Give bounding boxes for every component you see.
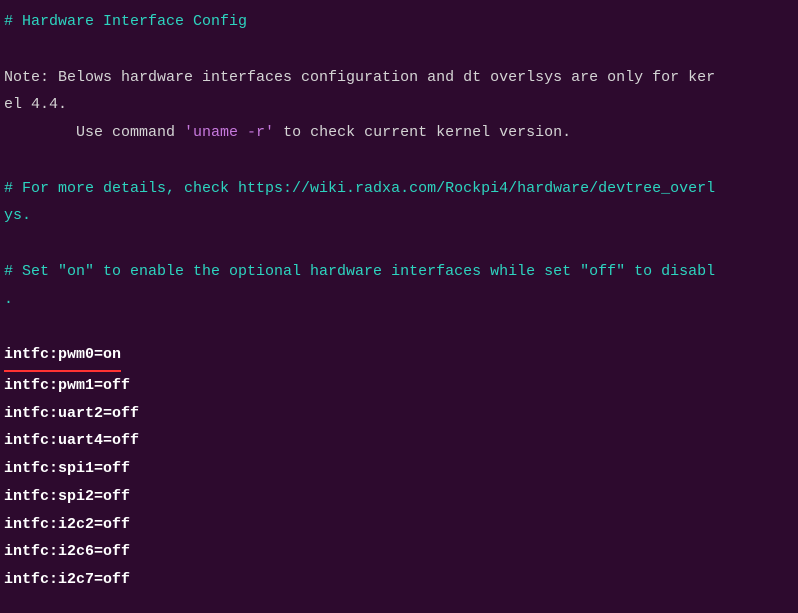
note-line-3: Use command 'uname -r' to check current … [4, 119, 794, 147]
note-line-1: Note: Belows hardware interfaces configu… [4, 64, 794, 92]
config-entry: intfc:i2c6=off [4, 543, 130, 560]
config-entry: intfc:spi1=off [4, 460, 130, 477]
details-comment-2: ys. [4, 202, 794, 230]
config-entry: intfc:spi2=off [4, 488, 130, 505]
enable-comment-2: . [4, 286, 794, 314]
config-entry: intfc:i2c7=off [4, 571, 130, 588]
uname-command: 'uname -r' [184, 124, 274, 141]
config-lines-container: intfc:pwm0=on intfc:pwm1=off intfc:uart2=o… [4, 341, 794, 594]
config-entry: intfc:i2c2=off [4, 516, 130, 533]
note-prefix: Use command [4, 124, 184, 141]
config-entry: intfc:uart4=off [4, 432, 139, 449]
config-line: intfc:spi2=off [4, 483, 794, 511]
blank-line [4, 313, 794, 341]
config-line: intfc:pwm1=off [4, 372, 794, 400]
config-entry-highlighted: intfc:pwm0=on [4, 341, 121, 372]
details-comment-1: # For more details, check https://wiki.r… [4, 175, 794, 203]
blank-line [4, 36, 794, 64]
note-line-2: el 4.4. [4, 91, 794, 119]
config-line: intfc:pwm0=on [4, 341, 794, 372]
blank-line [4, 147, 794, 175]
enable-comment-1: # Set "on" to enable the optional hardwa… [4, 258, 794, 286]
blank-line [4, 230, 794, 258]
config-entry: intfc:uart2=off [4, 405, 139, 422]
config-line: intfc:i2c6=off [4, 538, 794, 566]
config-line: intfc:spi1=off [4, 455, 794, 483]
config-line: intfc:i2c7=off [4, 566, 794, 594]
note-suffix: to check current kernel version. [274, 124, 571, 141]
config-line: intfc:uart4=off [4, 427, 794, 455]
config-entry: intfc:pwm1=off [4, 377, 130, 394]
config-line: intfc:uart2=off [4, 400, 794, 428]
config-line: intfc:i2c2=off [4, 511, 794, 539]
header-comment: # Hardware Interface Config [4, 8, 794, 36]
